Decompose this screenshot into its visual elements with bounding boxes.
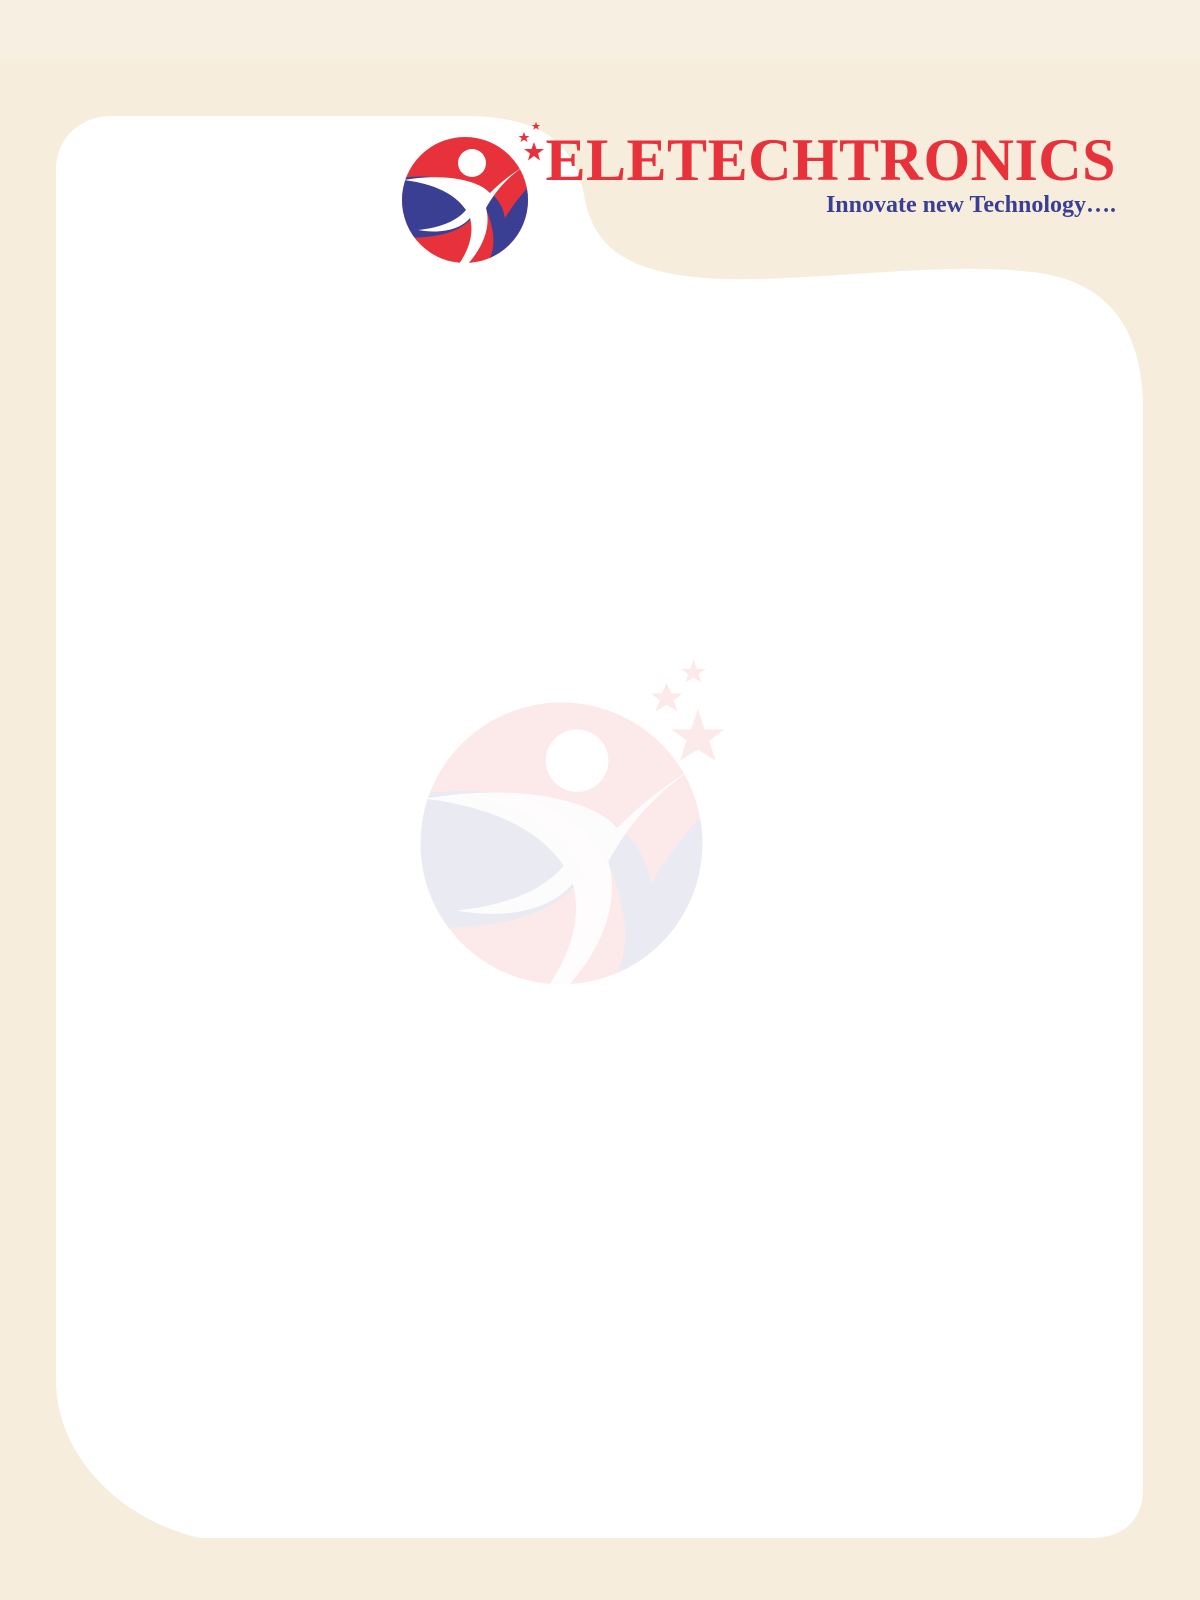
- letterhead-page: ELETECHTRONICS Innovate new Technology….: [0, 0, 1200, 1600]
- watermark-star-tiny: [681, 660, 706, 683]
- watermark-star-large: [671, 709, 725, 761]
- logo-star-small: [518, 132, 530, 142]
- logo-star-tiny: [531, 122, 541, 130]
- brand-logo-icon: [402, 122, 544, 268]
- logo-star-large: [524, 142, 544, 161]
- logo-watermark-icon: [420, 660, 730, 996]
- brand-block: ELETECHTRONICS Innovate new Technology….: [546, 128, 1117, 220]
- watermark-star-small: [650, 682, 683, 712]
- watermark-head: [545, 729, 609, 792]
- logo-head: [458, 149, 486, 177]
- company-name: ELETECHTRONICS: [545, 127, 1116, 193]
- company-tagline: Innovate new Technology….: [825, 192, 1116, 218]
